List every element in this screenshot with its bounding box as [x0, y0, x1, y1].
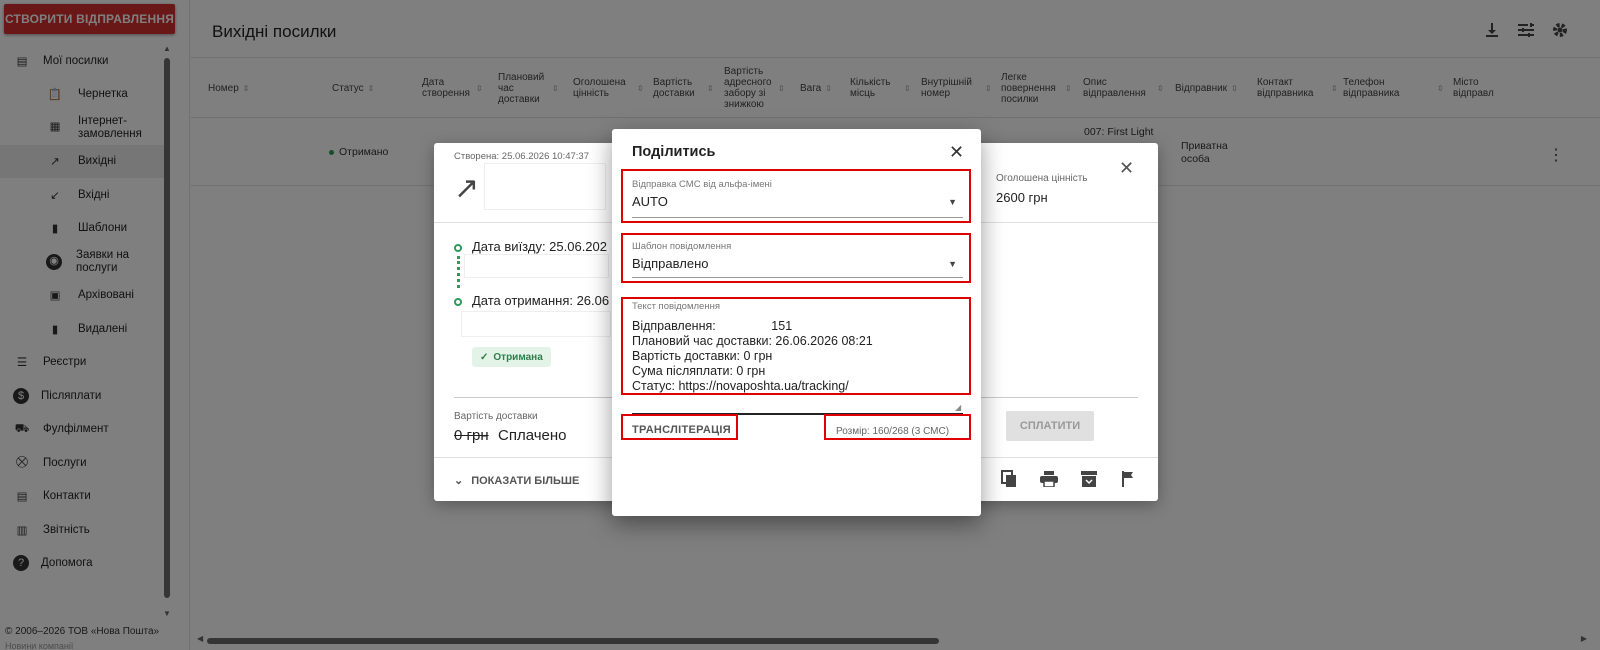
message-template-select[interactable]: Шаблон повідомлення Відправлено ▼ [632, 241, 963, 279]
timeline-line [457, 256, 460, 288]
delivery-cost-label: Вартість доставки [454, 411, 538, 422]
resize-handle-icon[interactable]: ◢ [955, 403, 961, 412]
chevron-down-icon: ⌄ [454, 475, 464, 487]
alpha-name-select[interactable]: Відправка СМС від альфа-імені AUTO ▼ [632, 179, 963, 219]
show-more-label: ПОКАЗАТИ БІЛЬШЕ [471, 475, 580, 487]
timeline-dot [454, 298, 462, 306]
field-underline [632, 277, 963, 278]
transliteration-button[interactable]: ТРАНСЛІТЕРАЦІЯ [632, 424, 731, 436]
alpha-name-label: Відправка СМС від альфа-імені [632, 179, 772, 190]
declared-value-label: Оголошена цінність [996, 173, 1088, 184]
received-date: Дата отримання: 26.06 [472, 293, 610, 308]
created-date: Створена: 25.06.2026 10:47:37 [454, 151, 589, 162]
redacted-departure [464, 254, 609, 278]
departure-date: Дата виїзду: 25.06.202 [472, 239, 607, 254]
timeline-dot [454, 244, 462, 252]
delivery-cost-old: 0 грн [454, 427, 489, 444]
show-more-button[interactable]: ⌄ ПОКАЗАТИ БІЛЬШЕ [454, 474, 579, 487]
redacted-shipment-number [484, 163, 606, 210]
dropdown-caret-icon[interactable]: ▼ [948, 197, 957, 207]
declared-value: 2600 грн [996, 190, 1048, 205]
share-dialog: Поділитись ✕ Відправка СМС від альфа-іме… [612, 129, 981, 516]
close-icon[interactable]: ✕ [949, 143, 964, 161]
message-label: Текст повідомлення [632, 301, 720, 312]
outgoing-arrow-icon: ↗ [454, 172, 480, 205]
redacted-received [461, 311, 611, 337]
dropdown-caret-icon[interactable]: ▼ [948, 259, 957, 269]
message-text[interactable]: Відправлення: 151 Плановий час доставки:… [632, 319, 963, 394]
dialog-title: Поділитись [632, 144, 716, 160]
print-icon[interactable] [1039, 469, 1059, 489]
copy-icon[interactable] [999, 469, 1019, 489]
template-label: Шаблон повідомлення [632, 241, 732, 252]
check-icon: ✓ [480, 351, 489, 363]
flag-icon[interactable] [1119, 469, 1139, 489]
delivery-cost-paid: Сплачено [498, 427, 567, 444]
pay-button[interactable]: СПЛАТИТИ [1006, 411, 1094, 441]
close-detail-icon[interactable]: ✕ [1119, 158, 1134, 179]
alpha-name-value: AUTO [632, 194, 668, 209]
template-value: Відправлено [632, 256, 709, 271]
badge-text: Отримана [493, 351, 543, 363]
sms-size-counter: Розмір: 160/268 (3 СМС) [836, 426, 950, 437]
received-badge: ✓ Отримана [472, 347, 551, 367]
archive-icon[interactable] [1079, 469, 1099, 489]
field-underline [632, 217, 963, 218]
message-textarea[interactable]: Текст повідомлення Відправлення: 151 Пла… [632, 301, 963, 394]
